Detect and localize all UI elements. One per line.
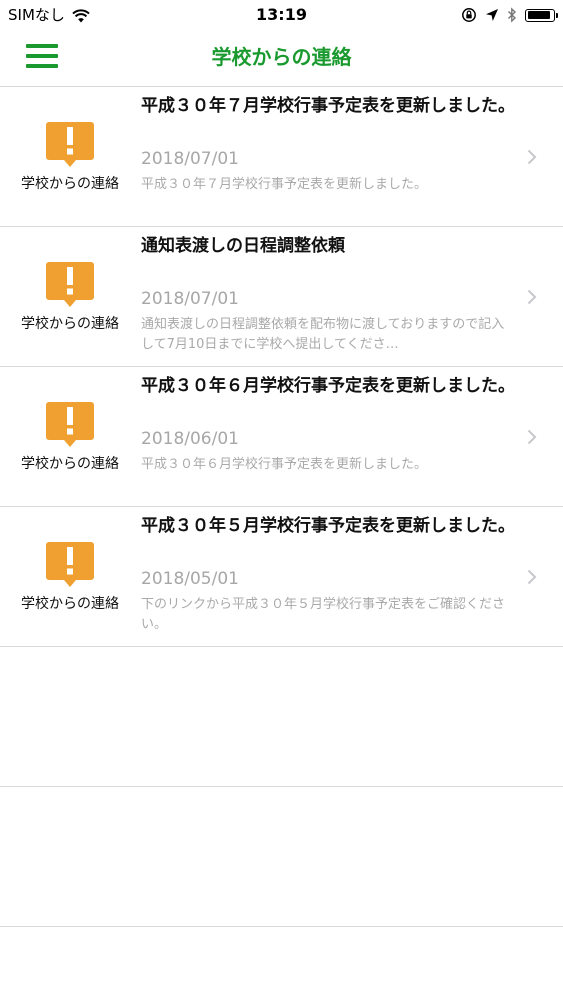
item-category: 学校からの連絡 (21, 596, 119, 612)
item-description: 下のリンクから平成３０年５月学校行事予定表をご確認ください。 (141, 597, 506, 632)
empty-row (0, 787, 563, 927)
status-indicators (461, 6, 558, 24)
item-icon-area: 学校からの連絡 (0, 227, 140, 366)
item-title: 平成３０年７月学校行事予定表を更新しました。 (141, 96, 515, 116)
list-item[interactable]: 学校からの連絡 平成３０年７月学校行事予定表を更新しました。 2018/07/0… (0, 87, 563, 227)
list-item[interactable]: 学校からの連絡 平成３０年６月学校行事予定表を更新しました。 2018/06/0… (0, 367, 563, 507)
item-category: 学校からの連絡 (21, 176, 119, 192)
battery-icon (525, 8, 558, 22)
item-icon-area: 学校からの連絡 (0, 507, 140, 646)
item-date: 2018/07/01 (141, 289, 239, 309)
exclamation-alert-icon (46, 262, 94, 307)
item-description: 平成３０年６月学校行事予定表を更新しました。 (141, 457, 428, 472)
item-date: 2018/05/01 (141, 569, 239, 589)
exclamation-alert-icon (46, 122, 94, 167)
item-title: 平成３０年６月学校行事予定表を更新しました。 (141, 376, 515, 396)
chevron-right-icon (527, 429, 537, 445)
battery-level (527, 11, 550, 19)
navigation-bar: 学校からの連絡 (0, 30, 563, 87)
item-description: 通知表渡しの日程調整依頼を配布物に渡しておりますので記入して7月10日までに学校… (141, 317, 505, 352)
chevron-right-icon (527, 149, 537, 165)
item-category: 学校からの連絡 (21, 456, 119, 472)
item-icon-area: 学校からの連絡 (0, 367, 140, 506)
list-item[interactable]: 学校からの連絡 通知表渡しの日程調整依頼 2018/07/01 通知表渡しの日程… (0, 227, 563, 367)
item-date: 2018/07/01 (141, 149, 239, 169)
item-description: 平成３０年７月学校行事予定表を更新しました。 (141, 177, 428, 192)
item-icon-area: 学校からの連絡 (0, 87, 140, 226)
bluetooth-icon (507, 7, 517, 23)
chevron-right-icon (527, 289, 537, 305)
item-title: 通知表渡しの日程調整依頼 (141, 236, 345, 256)
exclamation-alert-icon (46, 402, 94, 447)
message-list: 学校からの連絡 平成３０年７月学校行事予定表を更新しました。 2018/07/0… (0, 87, 563, 927)
chevron-right-icon (527, 569, 537, 585)
location-arrow-icon (485, 8, 499, 22)
item-date: 2018/06/01 (141, 429, 239, 449)
exclamation-alert-icon (46, 542, 94, 587)
list-item[interactable]: 学校からの連絡 平成３０年５月学校行事予定表を更新しました。 2018/05/0… (0, 507, 563, 647)
item-category: 学校からの連絡 (21, 316, 119, 332)
empty-row (0, 647, 563, 787)
item-title: 平成３０年５月学校行事予定表を更新しました。 (141, 516, 515, 536)
page-title: 学校からの連絡 (211, 45, 352, 69)
status-bar: SIMなし 13:19 (0, 0, 563, 30)
orientation-lock-icon (461, 7, 477, 23)
